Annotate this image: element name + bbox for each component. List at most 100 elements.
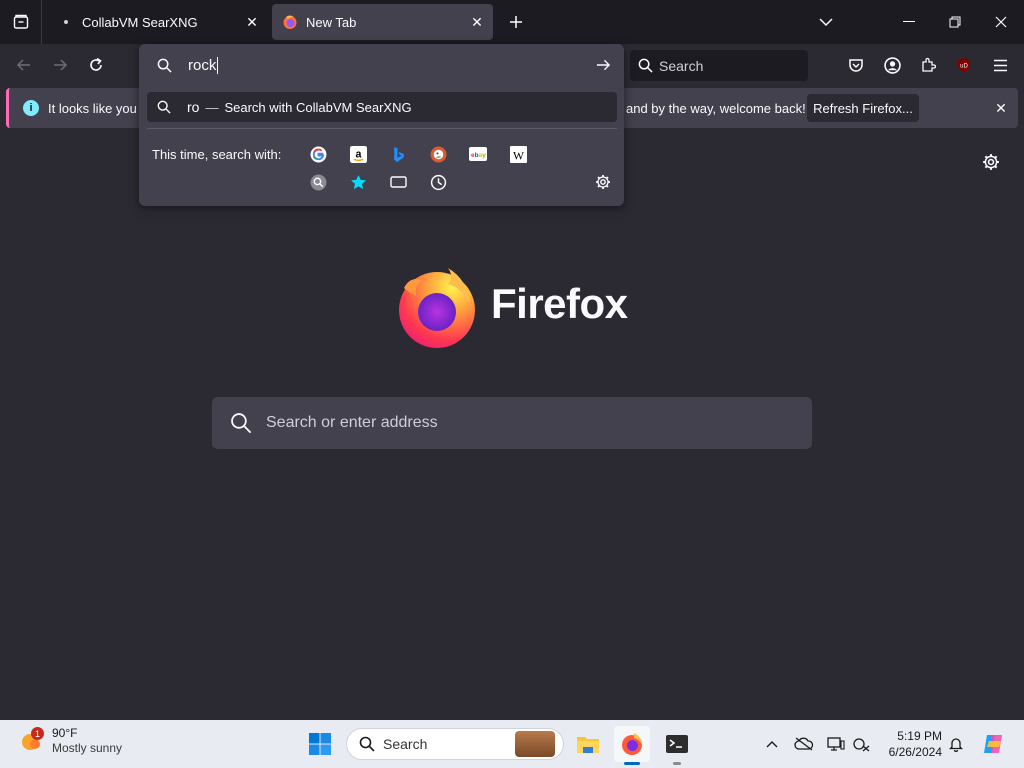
weather-temperature: 90°F <box>52 726 78 740</box>
history-icon[interactable] <box>426 170 450 194</box>
close-tab-icon[interactable]: ✕ <box>240 10 264 34</box>
google-icon[interactable] <box>306 142 330 166</box>
svg-text:a: a <box>355 148 361 160</box>
notification-message-end: and by the way, welcome back! <box>626 100 806 116</box>
weather-widget[interactable]: 1 90°F Mostly sunny <box>18 726 122 756</box>
ebay-icon[interactable]: ebay <box>466 142 490 166</box>
account-button[interactable] <box>877 50 907 80</box>
close-icon <box>995 16 1007 28</box>
tab-title: CollabVM SearXNG <box>82 14 198 30</box>
clock-date: 6/26/2024 <box>888 745 942 759</box>
firefox-wordmark: Firefox <box>491 280 628 327</box>
taskbar-search-box[interactable]: Search <box>346 728 564 760</box>
puzzle-icon <box>922 57 936 72</box>
arrow-right-icon <box>54 59 68 71</box>
terminal-icon <box>666 735 688 753</box>
searxng-icon[interactable] <box>306 170 330 194</box>
tabs-icon[interactable] <box>386 170 410 194</box>
clock-time: 5:19 PM <box>897 729 942 743</box>
windows-logo-icon <box>309 733 331 755</box>
onedrive-tray-icon[interactable] <box>792 732 816 756</box>
minimize-button[interactable] <box>886 0 932 44</box>
tab-loading-icon <box>58 14 74 30</box>
suggestion-query: ro <box>187 99 200 115</box>
tab-collabvm-searxng[interactable]: CollabVM SearXNG ✕ <box>48 4 268 40</box>
folder-icon <box>577 737 599 753</box>
newtab-search-placeholder: Search or enter address <box>266 414 438 431</box>
popup-divider <box>147 128 617 129</box>
restore-button[interactable] <box>932 0 978 44</box>
bing-icon[interactable] <box>386 142 410 166</box>
weather-condition: Mostly sunny <box>52 741 123 755</box>
search-highlight-image <box>515 731 555 757</box>
firefox-favicon-icon <box>282 14 298 30</box>
toolbar-search-input[interactable]: Search <box>630 50 808 81</box>
notifications-button[interactable] <box>944 732 968 756</box>
urlbar-popup: rock ro — Search with CollabVM SearXNG T… <box>139 44 624 206</box>
plus-icon <box>510 16 522 28</box>
reload-button[interactable] <box>81 50 111 80</box>
suggestion-separator: — <box>205 99 219 115</box>
display-tray-icon[interactable] <box>824 732 848 756</box>
pocket-button[interactable] <box>841 50 871 80</box>
copilot-button[interactable] <box>979 732 1007 756</box>
windows-taskbar: 1 90°F Mostly sunny Search 5:19 PM 6/26/… <box>0 720 1024 768</box>
terminal-taskbar-button[interactable] <box>659 726 695 762</box>
file-explorer-button[interactable] <box>570 726 606 762</box>
personalize-settings-button[interactable] <box>982 153 1000 176</box>
network-icon <box>853 738 870 752</box>
account-icon <box>883 56 901 74</box>
new-tab-page: Firefox Search or enter address <box>0 130 1024 720</box>
back-button[interactable] <box>9 50 39 80</box>
firefox-logo-icon <box>396 266 478 350</box>
firefox-view-button[interactable] <box>0 0 42 44</box>
search-suggestion-row[interactable]: ro — Search with CollabVM SearXNG <box>147 92 617 122</box>
new-tab-button[interactable] <box>502 8 530 36</box>
text-caret <box>217 56 219 74</box>
search-icon <box>157 58 172 73</box>
restore-icon <box>949 16 961 28</box>
urlbar-typed-text: rock <box>188 56 217 74</box>
weather-alert-badge: 1 <box>31 727 44 740</box>
firefox-icon <box>622 733 642 755</box>
close-tab-icon[interactable]: ✕ <box>465 10 489 34</box>
tab-title: New Tab <box>306 14 357 30</box>
urlbar-input[interactable]: rock <box>149 50 617 80</box>
newtab-search-input[interactable]: Search or enter address <box>212 397 812 449</box>
copilot-icon <box>984 735 1002 753</box>
firefox-view-icon <box>13 14 28 29</box>
firefox-taskbar-button[interactable] <box>614 726 650 762</box>
firefox-active-indicator <box>624 762 640 765</box>
hamburger-menu-icon <box>993 59 1007 71</box>
ublock-button[interactable]: uD <box>949 50 979 80</box>
go-arrow-button[interactable] <box>591 53 615 77</box>
this-time-search-label: This time, search with: <box>152 147 282 162</box>
network-tray-icon[interactable] <box>850 732 874 756</box>
amazon-icon[interactable]: a <box>346 142 370 166</box>
extensions-button[interactable] <box>913 50 943 80</box>
close-notification-icon[interactable]: ✕ <box>991 98 1011 118</box>
gear-icon <box>596 175 610 189</box>
arrow-right-icon <box>596 59 610 71</box>
app-menu-button[interactable] <box>985 50 1015 80</box>
ublock-origin-icon: uD <box>958 58 970 72</box>
search-settings-button[interactable] <box>591 170 615 194</box>
arrow-left-icon <box>16 59 30 71</box>
refresh-firefox-button[interactable]: Refresh Firefox... <box>807 94 919 122</box>
show-hidden-icons-button[interactable] <box>760 732 784 756</box>
tab-new-tab[interactable]: New Tab ✕ <box>272 4 493 40</box>
search-icon <box>638 58 653 73</box>
system-clock[interactable]: 5:19 PM 6/26/2024 <box>884 728 942 760</box>
bookmarks-icon[interactable] <box>346 170 370 194</box>
taskbar-search-label: Search <box>383 736 428 752</box>
minimize-icon <box>903 21 915 22</box>
bell-icon <box>948 738 964 752</box>
close-window-button[interactable] <box>978 0 1024 44</box>
svg-text:W: W <box>512 149 523 162</box>
start-button[interactable] <box>302 726 338 762</box>
forward-button[interactable] <box>45 50 75 80</box>
wikipedia-icon[interactable]: W <box>506 142 530 166</box>
list-all-tabs-button[interactable] <box>812 8 840 36</box>
monitor-icon <box>827 737 845 751</box>
duckduckgo-icon[interactable] <box>426 142 450 166</box>
